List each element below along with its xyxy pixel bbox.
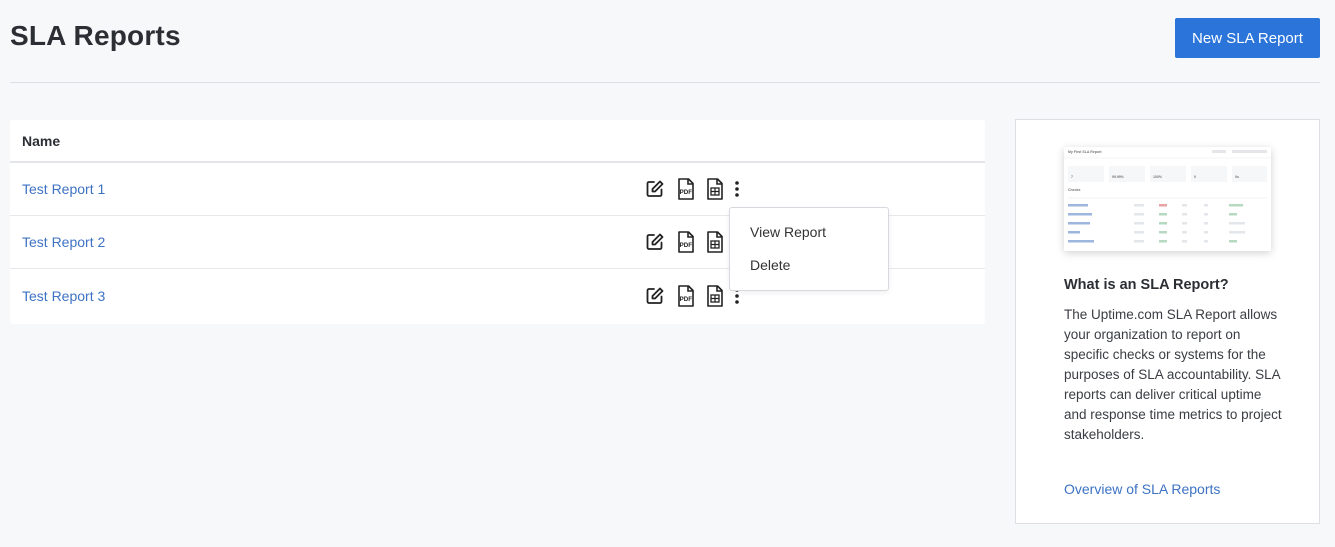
- preview-stat: 0s: [1235, 175, 1239, 179]
- report-link[interactable]: Test Report 2: [22, 234, 105, 250]
- preview-section: Checks: [1068, 188, 1081, 192]
- preview-stat: 0: [1194, 175, 1196, 179]
- report-link[interactable]: Test Report 3: [22, 288, 105, 304]
- pdf-icon[interactable]: PDF: [675, 178, 697, 200]
- table-header-name: Name: [10, 120, 985, 163]
- preview-stat: 99.99%: [1112, 175, 1125, 179]
- row-actions: PDF: [644, 284, 742, 307]
- menu-item-delete[interactable]: Delete: [730, 257, 888, 290]
- pdf-icon[interactable]: PDF: [675, 231, 697, 253]
- svg-text:PDF: PDF: [680, 189, 693, 196]
- header-divider: [10, 82, 1320, 83]
- svg-text:PDF: PDF: [680, 242, 693, 249]
- menu-item-view-report[interactable]: View Report: [730, 224, 888, 257]
- more-vertical-icon[interactable]: [732, 178, 742, 200]
- preview-stat: 100%: [1153, 175, 1163, 179]
- svg-text:PDF: PDF: [680, 296, 693, 303]
- sla-info-card: My First SLA Report 7 99.99% 100% 0 0s C…: [1015, 119, 1320, 524]
- report-link[interactable]: Test Report 1: [22, 181, 105, 197]
- sla-reports-page: SLA Reports New SLA Report Name Test Rep…: [0, 0, 1335, 547]
- edit-icon[interactable]: [644, 285, 666, 307]
- spreadsheet-icon[interactable]: [704, 231, 726, 253]
- row-actions-menu: View Report Delete: [729, 207, 889, 291]
- row-actions: PDF: [644, 231, 742, 253]
- page-title: SLA Reports: [10, 20, 181, 51]
- spreadsheet-icon[interactable]: [704, 178, 726, 200]
- preview-stat: 7: [1071, 175, 1073, 179]
- edit-icon[interactable]: [644, 178, 666, 200]
- spreadsheet-icon[interactable]: [704, 284, 726, 307]
- row-actions: PDF: [644, 178, 742, 200]
- edit-icon[interactable]: [644, 231, 666, 253]
- info-card-title: What is an SLA Report?: [1064, 277, 1229, 293]
- sla-report-preview-image: My First SLA Report 7 99.99% 100% 0 0s C…: [1064, 147, 1271, 251]
- pdf-icon[interactable]: PDF: [675, 284, 697, 307]
- overview-sla-reports-link[interactable]: Overview of SLA Reports: [1064, 481, 1220, 497]
- new-sla-report-button[interactable]: New SLA Report: [1175, 18, 1320, 58]
- preview-title: My First SLA Report: [1068, 150, 1102, 154]
- info-card-description: The Uptime.com SLA Report allows your or…: [1064, 307, 1282, 442]
